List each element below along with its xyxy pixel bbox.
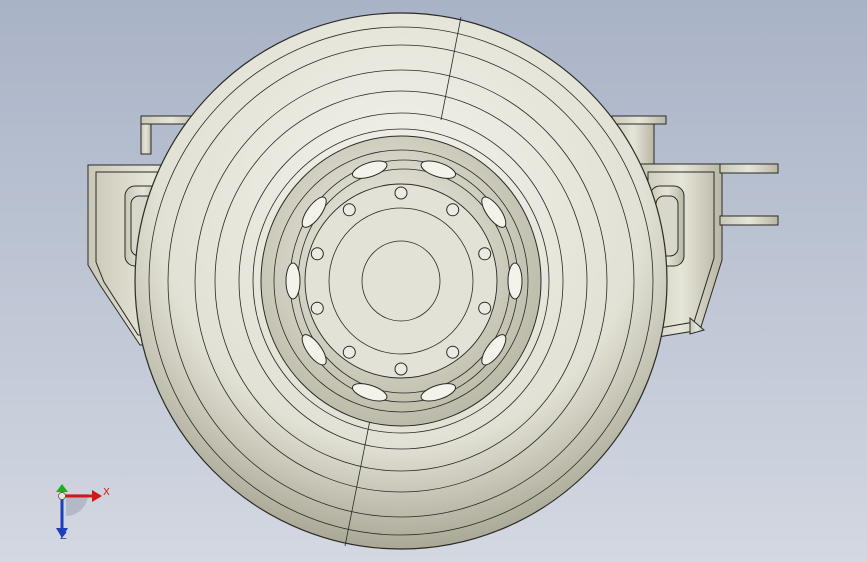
wheel-hub[interactable] [304, 183, 498, 379]
lug-nut [478, 301, 492, 315]
rim-vent-hole [507, 262, 523, 300]
coordinate-triad: X Z [40, 480, 120, 550]
z-axis-label: Z [60, 531, 67, 542]
x-axis-label: X [103, 487, 110, 498]
lug-nut [446, 203, 460, 217]
lug-nut [394, 362, 408, 376]
cad-graphics-viewport[interactable]: X Z [0, 0, 867, 562]
rim-vent-hole [285, 262, 301, 300]
lug-nut [342, 203, 356, 217]
wheel-assembly-model[interactable] [0, 0, 867, 562]
lug-nut [310, 301, 324, 315]
lug-nut [394, 186, 408, 200]
lug-nut [310, 247, 324, 261]
lug-nut [342, 345, 356, 359]
lug-nut [446, 345, 460, 359]
lug-nut [478, 247, 492, 261]
